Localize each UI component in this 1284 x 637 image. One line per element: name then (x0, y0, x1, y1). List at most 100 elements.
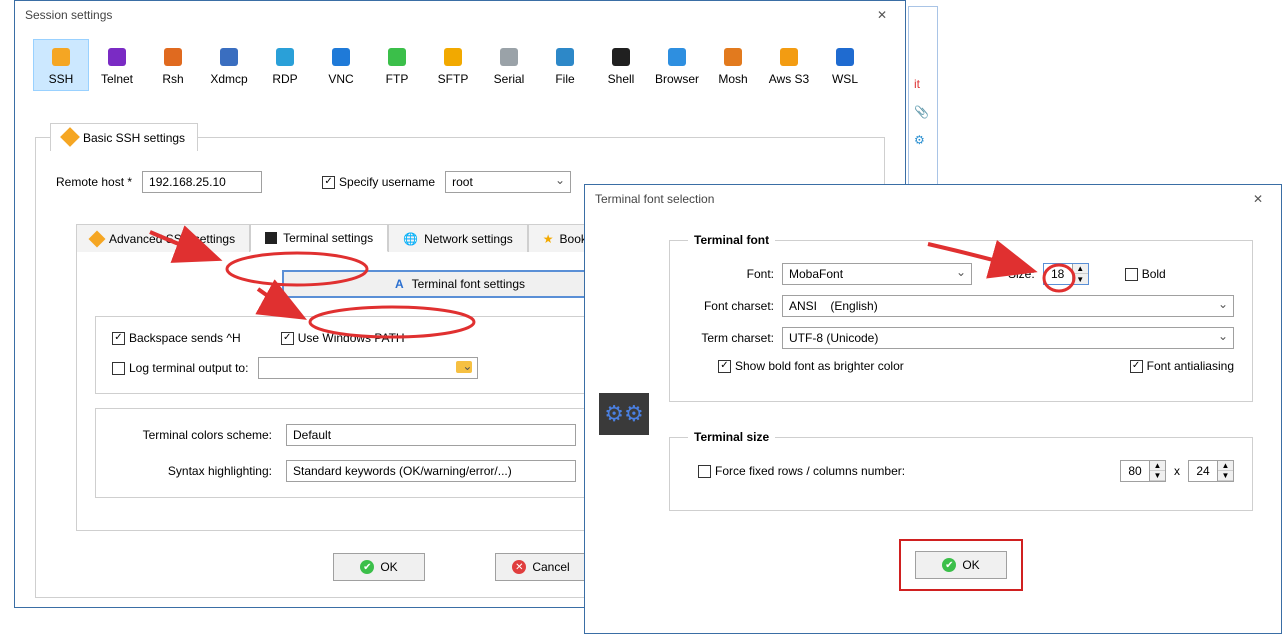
terminal-font-legend: Terminal font (688, 233, 775, 247)
telnet-icon (106, 46, 128, 68)
key-icon (60, 127, 80, 147)
specify-username-checkbox[interactable]: ✓ Specify username (322, 175, 435, 189)
tab-terminal-settings[interactable]: Terminal settings (250, 224, 388, 252)
use-windows-path-checkbox[interactable]: ✓Use Windows PATH (281, 331, 405, 345)
conn-label: Rsh (162, 72, 183, 86)
font-select[interactable] (782, 263, 972, 285)
spin-up-icon[interactable]: ▲ (1073, 264, 1088, 274)
conn-type-sftp[interactable]: SFTP (425, 39, 481, 91)
syntax-label: Syntax highlighting: (112, 464, 272, 478)
terminal-font-group: Terminal font Font: Size: ▲▼ Bold Font c… (669, 233, 1253, 402)
font-title: Terminal font selection (595, 192, 714, 206)
file-icon (554, 46, 576, 68)
conn-type-rdp[interactable]: RDP (257, 39, 313, 91)
background-toolbar: it 📎 ⚙ (908, 6, 938, 196)
color-scheme-select[interactable] (286, 424, 576, 446)
conn-type-file[interactable]: File (537, 39, 593, 91)
conn-type-ssh[interactable]: SSH (33, 39, 89, 91)
fixed-size-checkbox[interactable]: Force fixed rows / columns number: (698, 464, 905, 478)
terminal-icon (265, 232, 277, 244)
star-icon: ★ (543, 232, 554, 246)
conn-label: File (555, 72, 574, 86)
gear-icon: ⚙⚙ (599, 393, 649, 435)
wsl-icon (834, 46, 856, 68)
remote-host-label: Remote host * (56, 175, 132, 189)
conn-label: FTP (386, 72, 409, 86)
conn-type-serial[interactable]: Serial (481, 39, 537, 91)
sftp-icon (442, 46, 464, 68)
tab-network-settings[interactable]: 🌐Network settings (388, 224, 528, 252)
conn-label: Xdmcp (210, 72, 247, 86)
syntax-select[interactable] (286, 460, 576, 482)
font-label: Font: (688, 267, 774, 281)
conn-label: Browser (655, 72, 699, 86)
checkbox-icon: ✓ (322, 176, 335, 189)
conn-type-mosh[interactable]: Mosh (705, 39, 761, 91)
conn-type-aws-s3[interactable]: Aws S3 (761, 39, 817, 91)
conn-type-xdmcp[interactable]: Xdmcp (201, 39, 257, 91)
paperclip-icon: 📎 (914, 105, 932, 123)
mosh-icon (722, 46, 744, 68)
conn-label: SSH (49, 72, 74, 86)
x-label: x (1174, 464, 1180, 478)
session-titlebar: Session settings ✕ (15, 1, 905, 29)
shell-icon (610, 46, 632, 68)
basic-ssh-legend: Basic SSH settings (50, 123, 198, 151)
bold-checkbox[interactable]: Bold (1125, 267, 1166, 281)
font-titlebar: Terminal font selection ✕ (585, 185, 1281, 213)
conn-type-vnc[interactable]: VNC (313, 39, 369, 91)
browser-icon (666, 46, 688, 68)
spin-down-icon[interactable]: ▼ (1073, 274, 1088, 284)
conn-label: VNC (328, 72, 353, 86)
close-button[interactable]: ✕ (1241, 189, 1275, 209)
conn-label: Aws S3 (769, 72, 809, 86)
connection-types: SSH Telnet Rsh Xdmcp RDP VNC FTP SFTP Serial File… (15, 29, 905, 95)
font-ok-button[interactable]: ✔OK (915, 551, 1007, 579)
font-selection-dialog: Terminal font selection ✕ ⚙⚙ Terminal fo… (584, 184, 1282, 634)
font-charset-label: Font charset: (688, 299, 774, 313)
backspace-checkbox[interactable]: ✓Backspace sends ^H (112, 331, 241, 345)
ok-button[interactable]: ✔OK (333, 553, 425, 581)
conn-type-telnet[interactable]: Telnet (89, 39, 145, 91)
conn-type-browser[interactable]: Browser (649, 39, 705, 91)
size-spinner[interactable]: ▲▼ (1043, 263, 1089, 285)
tab-advanced-ssh[interactable]: Advanced SSH settings (76, 224, 250, 252)
antialias-checkbox[interactable]: ✓Font antialiasing (1130, 359, 1234, 373)
conn-label: Mosh (718, 72, 747, 86)
log-path-input[interactable] (258, 357, 478, 379)
conn-type-wsl[interactable]: WSL (817, 39, 873, 91)
term-charset-select[interactable] (782, 327, 1234, 349)
log-output-checkbox[interactable]: Log terminal output to: (112, 361, 248, 375)
color-scheme-label: Terminal colors scheme: (112, 428, 272, 442)
close-button[interactable]: ✕ (865, 5, 899, 25)
conn-label: Telnet (101, 72, 133, 86)
conn-label: WSL (832, 72, 858, 86)
font-charset-select[interactable] (782, 295, 1234, 317)
ssh-icon (50, 46, 72, 68)
vnc-icon (330, 46, 352, 68)
xdmcp-icon (218, 46, 240, 68)
exit-icon: it (914, 77, 932, 95)
folder-icon[interactable] (456, 361, 472, 376)
conn-type-rsh[interactable]: Rsh (145, 39, 201, 91)
ok-highlight-frame: ✔OK (899, 539, 1023, 591)
globe-icon: 🌐 (403, 232, 418, 246)
conn-label: Serial (494, 72, 525, 86)
username-select[interactable] (445, 171, 571, 193)
conn-label: SFTP (438, 72, 469, 86)
conn-type-shell[interactable]: Shell (593, 39, 649, 91)
rsh-icon (162, 46, 184, 68)
size-input[interactable] (1044, 264, 1072, 284)
conn-type-ftp[interactable]: FTP (369, 39, 425, 91)
cols-spinner[interactable]: ▲▼ (1188, 460, 1234, 482)
terminal-size-legend: Terminal size (688, 430, 775, 444)
terminal-size-group: Terminal size Force fixed rows / columns… (669, 430, 1253, 511)
rdp-icon (274, 46, 296, 68)
brighter-checkbox[interactable]: ✓Show bold font as brighter color (718, 359, 904, 373)
conn-label: Shell (608, 72, 635, 86)
gear-icon: ⚙ (914, 133, 932, 151)
ftp-icon (386, 46, 408, 68)
rows-spinner[interactable]: ▲▼ (1120, 460, 1166, 482)
remote-host-input[interactable] (142, 171, 262, 193)
cancel-button[interactable]: ✕Cancel (495, 553, 587, 581)
